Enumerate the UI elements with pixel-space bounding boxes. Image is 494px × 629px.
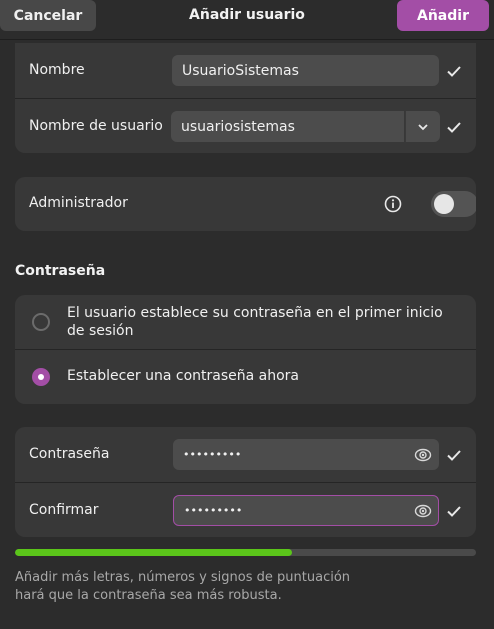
toggle-knob <box>434 194 454 214</box>
identity-card: Nombre UsuarioSistemas Nombre de usuario… <box>15 43 476 153</box>
option-later-label: El usuario establece su contraseña en el… <box>67 305 443 339</box>
radio-now[interactable] <box>32 368 50 386</box>
username-row: Nombre de usuario usuariosistemas <box>15 99 476 153</box>
option-later-row[interactable]: El usuario establece su contraseña en el… <box>15 295 476 350</box>
info-icon[interactable] <box>384 195 402 213</box>
admin-card: Administrador <box>15 177 476 231</box>
password-fields-card: Contraseña ••••••••• Confirmar ••••••••• <box>15 427 476 537</box>
password-strength-hint: Añadir más letras, números y signos de p… <box>15 570 351 603</box>
password-options-card: El usuario establece su contraseña en el… <box>15 295 476 404</box>
name-field[interactable]: UsuarioSistemas <box>172 55 439 86</box>
password-strength-fill <box>15 549 292 556</box>
checkmark-icon <box>447 450 461 461</box>
header-bar: Cancelar Añadir usuario Añadir <box>0 0 494 40</box>
confirm-password-field[interactable]: ••••••••• <box>173 495 439 526</box>
checkmark-icon <box>447 122 461 133</box>
name-label: Nombre <box>29 62 85 78</box>
username-suggestions-button[interactable] <box>405 111 440 142</box>
username-label: Nombre de usuario <box>29 118 163 134</box>
checkmark-icon <box>447 506 461 517</box>
option-now-label: Establecer una contraseña ahora <box>67 368 300 384</box>
option-now-row[interactable]: Establecer una contraseña ahora <box>15 350 476 404</box>
chevron-down-icon <box>418 124 428 131</box>
eye-icon[interactable] <box>414 447 432 463</box>
password-row: Contraseña ••••••••• <box>15 427 476 483</box>
admin-toggle[interactable] <box>431 191 476 217</box>
checkmark-icon <box>447 66 461 77</box>
confirm-label: Confirmar <box>29 502 99 518</box>
radio-later[interactable] <box>32 313 50 331</box>
password-label: Contraseña <box>29 446 110 462</box>
add-button[interactable]: Añadir <box>397 0 489 31</box>
password-field[interactable]: ••••••••• <box>173 439 439 470</box>
admin-label: Administrador <box>29 195 128 211</box>
username-field[interactable]: usuariosistemas <box>171 111 404 142</box>
name-row: Nombre UsuarioSistemas <box>15 43 476 99</box>
password-strength-bar <box>15 549 476 556</box>
confirm-row: Confirmar ••••••••• <box>15 483 476 537</box>
password-section-title: Contraseña <box>15 263 106 279</box>
eye-icon[interactable] <box>414 503 432 519</box>
